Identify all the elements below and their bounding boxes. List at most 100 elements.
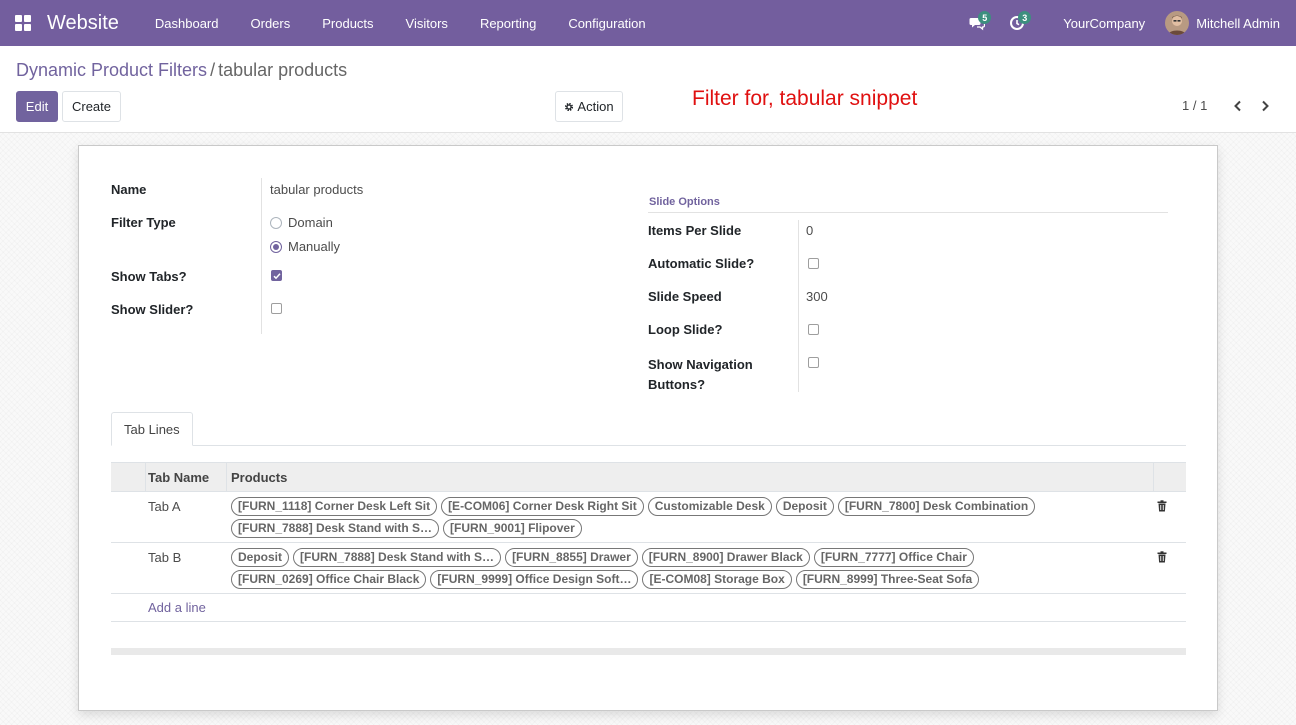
menu-dashboard[interactable]: Dashboard bbox=[139, 0, 235, 46]
radio-manually-dot[interactable] bbox=[270, 240, 282, 253]
apps-menu-icon[interactable] bbox=[0, 0, 46, 46]
app-brand[interactable]: Website bbox=[47, 12, 119, 35]
product-tag[interactable]: [FURN_7888] Desk Stand with S… bbox=[293, 548, 502, 567]
show-navigation-label-line2: Buttons? bbox=[648, 377, 706, 392]
row-products-tags: Deposit [FURN_7888] Desk Stand with S… [… bbox=[231, 548, 1151, 589]
product-tag[interactable]: [FURN_7800] Desk Combination bbox=[837, 497, 1036, 516]
row-tab-name[interactable]: Tab A bbox=[148, 499, 181, 514]
action-button[interactable]: Action bbox=[555, 91, 623, 122]
form-sheet: Name tabular products Filter Type Domain… bbox=[78, 145, 1218, 711]
product-tag[interactable]: [FURN_7777] Office Chair bbox=[813, 548, 974, 567]
activities-count-badge: 3 bbox=[1018, 11, 1032, 24]
breadcrumb-current: tabular products bbox=[218, 60, 348, 80]
chevron-left-icon bbox=[1234, 100, 1241, 112]
show-navigation-checkbox[interactable] bbox=[808, 357, 819, 368]
annotation-text: Filter for, tabular snippet bbox=[692, 87, 918, 110]
left-group-divider bbox=[261, 178, 262, 334]
slide-speed-value: 300 bbox=[806, 289, 828, 304]
gear-icon bbox=[565, 102, 574, 111]
table-row[interactable]: Tab A [FURN_1118] Corner Desk Left Sit [… bbox=[111, 492, 1186, 543]
product-tag[interactable]: [E-COM08] Storage Box bbox=[642, 570, 792, 589]
name-label: Name bbox=[111, 182, 147, 197]
product-tag[interactable]: [FURN_7888] Desk Stand with S… bbox=[231, 519, 440, 538]
items-per-slide-label: Items Per Slide bbox=[648, 223, 742, 238]
loop-slide-label: Loop Slide? bbox=[648, 322, 723, 337]
breadcrumb-parent[interactable]: Dynamic Product Filters bbox=[16, 60, 207, 80]
table-header: Tab Name Products bbox=[111, 462, 1186, 492]
header-separator bbox=[145, 463, 146, 491]
product-tag[interactable]: Deposit bbox=[231, 548, 290, 567]
slide-options-title: Slide Options bbox=[649, 196, 720, 208]
breadcrumb: Dynamic Product Filters / tabular products bbox=[16, 60, 347, 81]
show-slider-checkbox[interactable] bbox=[271, 303, 282, 314]
loop-slide-checkbox[interactable] bbox=[808, 324, 819, 335]
name-value: tabular products bbox=[270, 182, 364, 197]
delete-row-icon[interactable] bbox=[1156, 551, 1168, 563]
product-tag[interactable]: [FURN_9999] Office Design Soft… bbox=[430, 570, 639, 589]
breadcrumb-separator: / bbox=[210, 60, 216, 80]
delete-row-icon[interactable] bbox=[1156, 500, 1168, 512]
product-tag[interactable]: [FURN_1118] Corner Desk Left Sit bbox=[231, 497, 438, 516]
top-navbar: Website Dashboard Orders Products Visito… bbox=[0, 0, 1296, 46]
pager-next[interactable] bbox=[1255, 96, 1275, 116]
show-navigation-label: Show Navigation Buttons? bbox=[648, 355, 753, 395]
show-navigation-label-line1: Show Navigation bbox=[648, 357, 753, 372]
action-button-label: Action bbox=[577, 99, 614, 114]
notebook-tabs: Tab Lines bbox=[111, 412, 1186, 446]
filter-type-domain-radio[interactable]: Domain bbox=[270, 215, 333, 230]
column-products[interactable]: Products bbox=[231, 463, 287, 491]
row-tab-name[interactable]: Tab B bbox=[148, 550, 181, 565]
tab-lines-table: Tab Name Products Tab A [FURN_1118] Corn… bbox=[111, 462, 1186, 622]
messages-systray[interactable]: 5 bbox=[957, 0, 997, 46]
add-line-link[interactable]: Add a line bbox=[148, 600, 206, 615]
menu-configuration[interactable]: Configuration bbox=[552, 0, 661, 46]
slide-options-divider bbox=[648, 212, 1168, 213]
header-separator bbox=[226, 463, 227, 491]
right-group-divider bbox=[798, 220, 799, 392]
show-tabs-checkbox[interactable] bbox=[271, 270, 282, 281]
show-slider-label: Show Slider? bbox=[111, 302, 194, 317]
product-tag[interactable]: [FURN_8900] Drawer Black bbox=[641, 548, 810, 567]
menu-visitors[interactable]: Visitors bbox=[390, 0, 464, 46]
user-avatar bbox=[1165, 11, 1190, 35]
user-name: Mitchell Admin bbox=[1196, 15, 1280, 31]
company-switcher[interactable]: YourCompany bbox=[1037, 16, 1165, 31]
show-tabs-label: Show Tabs? bbox=[111, 269, 187, 284]
product-tag[interactable]: [FURN_0269] Office Chair Black bbox=[231, 570, 427, 589]
menu-products[interactable]: Products bbox=[306, 0, 389, 46]
activities-systray[interactable]: 3 bbox=[997, 0, 1037, 46]
product-tag[interactable]: [FURN_8855] Drawer bbox=[505, 548, 638, 567]
user-menu[interactable]: Mitchell Admin bbox=[1165, 11, 1296, 35]
pager-value: 1 / 1 bbox=[1182, 98, 1208, 113]
automatic-slide-checkbox[interactable] bbox=[808, 258, 819, 269]
row-products-tags: [FURN_1118] Corner Desk Left Sit [E-COM0… bbox=[231, 497, 1151, 538]
add-line-row: Add a line bbox=[111, 594, 1186, 622]
edit-button[interactable]: Edit bbox=[16, 91, 58, 122]
chevron-right-icon bbox=[1262, 100, 1269, 112]
product-tag[interactable]: Customizable Desk bbox=[647, 497, 772, 516]
items-per-slide-value: 0 bbox=[806, 223, 814, 238]
table-footer-bar bbox=[111, 648, 1186, 655]
filter-type-manually-radio[interactable]: Manually bbox=[270, 239, 340, 254]
automatic-slide-label: Automatic Slide? bbox=[648, 256, 755, 271]
radio-domain-label: Domain bbox=[288, 215, 333, 230]
pager-previous[interactable] bbox=[1228, 96, 1248, 116]
product-tag[interactable]: [FURN_8999] Three-Seat Sofa bbox=[795, 570, 980, 589]
slide-speed-label: Slide Speed bbox=[648, 289, 722, 304]
product-tag[interactable]: Deposit bbox=[775, 497, 834, 516]
column-tab-name[interactable]: Tab Name bbox=[148, 463, 209, 491]
menu-orders[interactable]: Orders bbox=[235, 0, 307, 46]
product-tag[interactable]: [FURN_9001] Flipover bbox=[443, 519, 582, 538]
control-panel: Dynamic Product Filters / tabular products… bbox=[0, 46, 1296, 133]
checkmark-icon bbox=[273, 273, 281, 280]
table-row[interactable]: Tab B Deposit [FURN_7888] Desk Stand wit… bbox=[111, 543, 1186, 594]
menu-reporting[interactable]: Reporting bbox=[464, 0, 552, 46]
form-view-background: Name tabular products Filter Type Domain… bbox=[0, 133, 1296, 725]
header-separator bbox=[1153, 463, 1154, 491]
radio-manually-label: Manually bbox=[288, 239, 341, 254]
tab-tab-lines[interactable]: Tab Lines bbox=[111, 412, 193, 446]
create-button[interactable]: Create bbox=[62, 91, 121, 122]
product-tag[interactable]: [E-COM06] Corner Desk Right Sit bbox=[441, 497, 644, 516]
radio-domain-dot[interactable] bbox=[270, 216, 282, 229]
messages-count-badge: 5 bbox=[978, 11, 992, 24]
